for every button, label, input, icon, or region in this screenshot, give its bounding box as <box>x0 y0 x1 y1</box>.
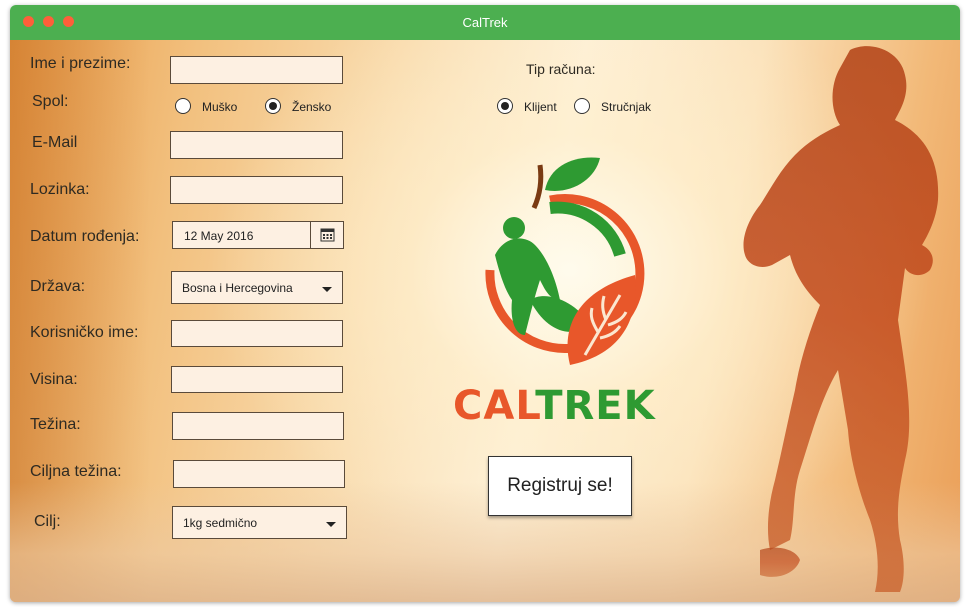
full-name-label: Ime i prezime: <box>30 55 131 72</box>
full-name-input[interactable] <box>170 56 343 84</box>
registration-panel: Ime i prezime: Spol: Muško Žensko E-Mail… <box>10 40 960 602</box>
weight-label: Težina: <box>30 416 81 433</box>
country-label: Država: <box>30 278 86 295</box>
app-window: CalTrek Ime i prezime: Spol: Muško Žensk… <box>10 5 960 602</box>
logo-text-cal: CAL <box>453 383 536 429</box>
account-client-radio[interactable] <box>497 98 513 114</box>
goal-select[interactable]: 1kg sedmično <box>172 506 347 539</box>
gender-male-radio[interactable] <box>175 98 191 114</box>
account-expert-radio[interactable] <box>574 98 590 114</box>
logo-wordmark: CALTREK <box>453 383 656 429</box>
target-weight-label: Ciljna težina: <box>30 463 122 480</box>
target-weight-input[interactable] <box>173 460 345 488</box>
username-input[interactable] <box>171 320 343 347</box>
account-type-label: Tip računa: <box>526 61 596 77</box>
chevron-down-icon <box>322 287 332 292</box>
account-client-label: Klijent <box>524 100 557 114</box>
weight-input[interactable] <box>172 412 344 440</box>
email-input[interactable] <box>170 131 343 159</box>
email-label: E-Mail <box>32 134 78 151</box>
birthdate-value: 12 May 2016 <box>184 229 254 243</box>
title-bar: CalTrek <box>10 5 960 40</box>
account-expert-label: Stručnjak <box>601 100 652 114</box>
password-input[interactable] <box>170 176 343 204</box>
runner-background-image <box>743 46 939 592</box>
chevron-down-icon <box>326 522 336 527</box>
calendar-button[interactable] <box>310 222 343 248</box>
window-title: CalTrek <box>462 15 508 30</box>
country-select[interactable]: Bosna i Hercegovina <box>171 271 343 304</box>
goal-value: 1kg sedmično <box>183 516 258 530</box>
gender-label: Spol: <box>32 93 69 110</box>
calendar-icon <box>320 228 335 242</box>
username-label: Korisničko ime: <box>30 324 139 341</box>
height-input[interactable] <box>171 366 343 393</box>
gender-female-label: Žensko <box>292 100 332 114</box>
gender-female-radio[interactable] <box>265 98 281 114</box>
password-label: Lozinka: <box>30 181 90 198</box>
logo-text-trek: TREK <box>535 383 656 429</box>
height-label: Visina: <box>30 371 78 388</box>
register-button[interactable]: Registruj se! <box>488 456 632 516</box>
goal-label: Cilj: <box>34 513 61 530</box>
country-value: Bosna i Hercegovina <box>182 281 293 295</box>
gender-male-label: Muško <box>202 100 238 114</box>
birthdate-picker[interactable]: 12 May 2016 <box>172 221 344 249</box>
birthdate-label: Datum rođenja: <box>30 228 140 245</box>
